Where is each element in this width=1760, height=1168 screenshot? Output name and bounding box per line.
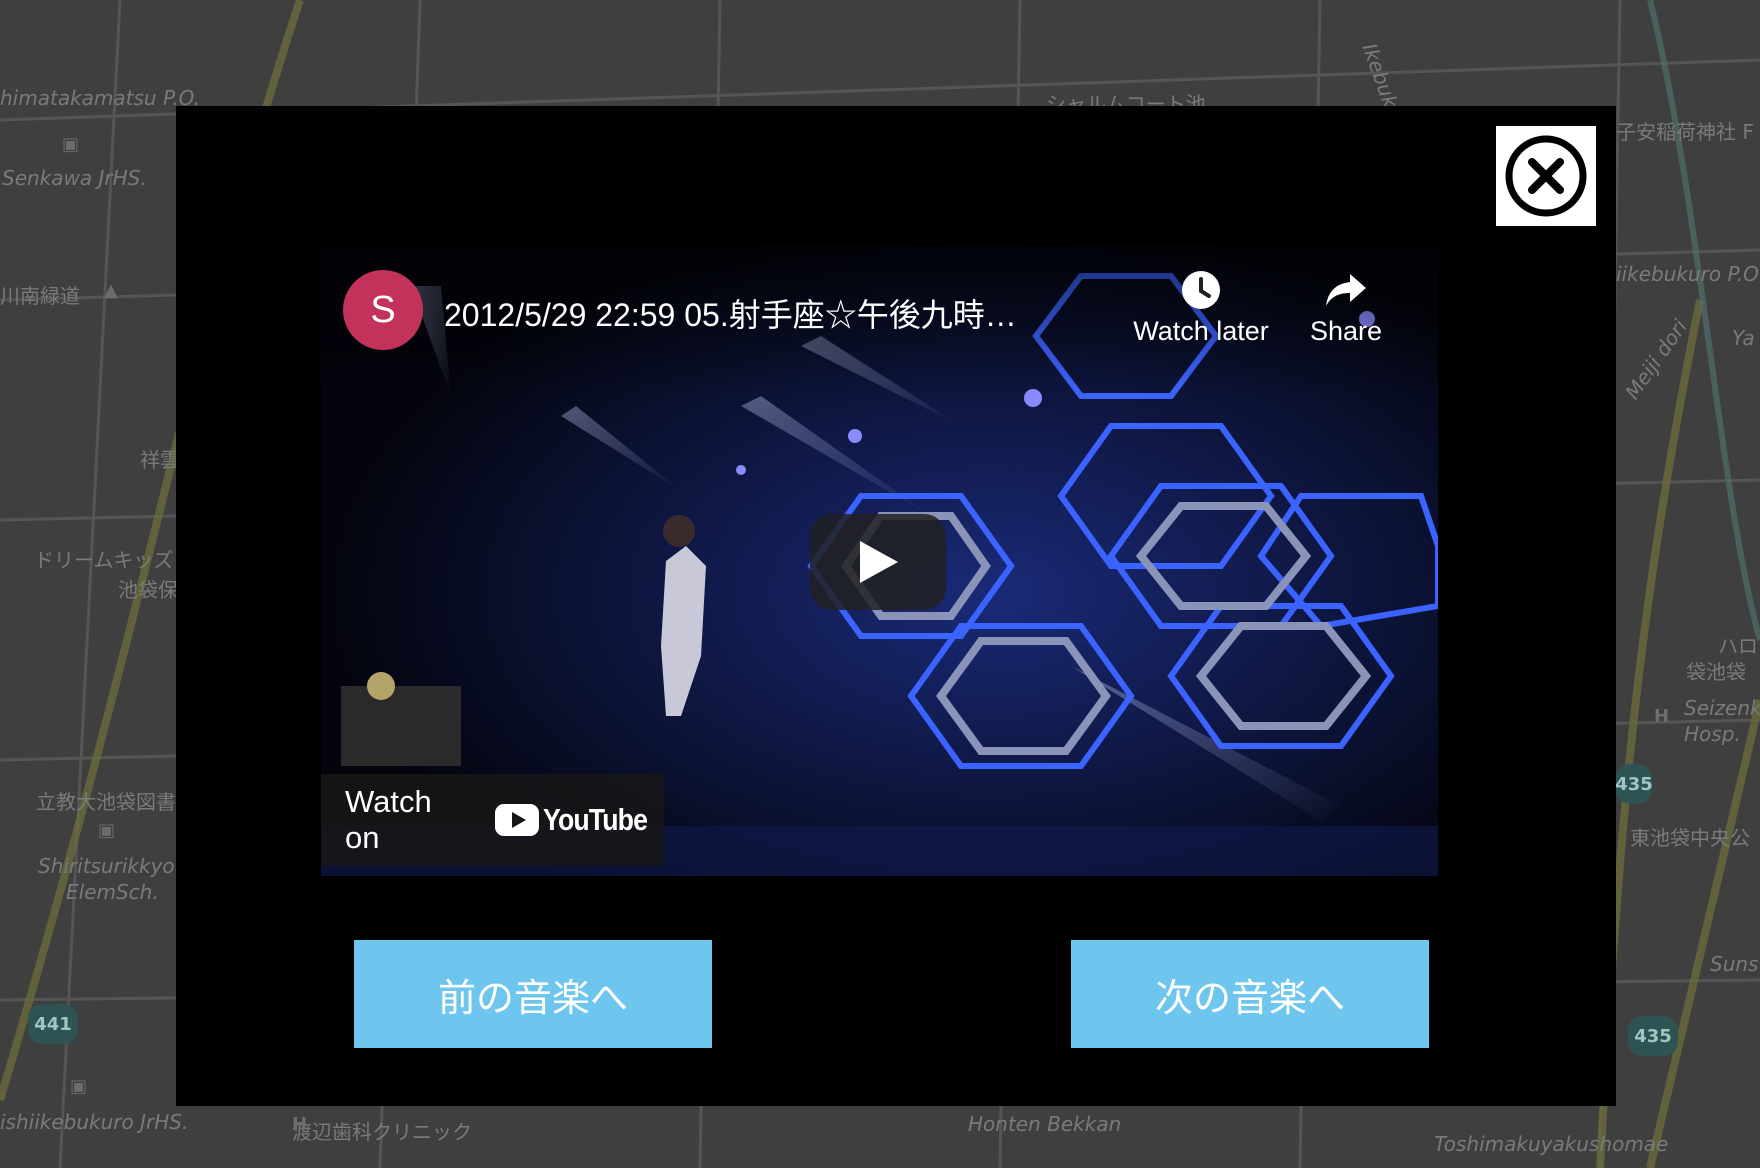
share-arrow-icon: [1326, 274, 1366, 306]
map-label: Hosp.: [1684, 722, 1741, 746]
close-button[interactable]: [1496, 126, 1596, 226]
map-label: 渡辺歯科クリニック: [292, 1120, 472, 1144]
map-label: Toshimakuyakushomae: [1434, 1132, 1669, 1156]
youtube-play-icon: [495, 804, 539, 836]
watch-on-label: Watch on: [345, 784, 432, 855]
map-label: 立教大池袋図書: [36, 790, 176, 814]
park-icon: ▲: [104, 280, 118, 301]
school-icon: ▣: [98, 820, 116, 841]
map-label: Honten Bekkan: [968, 1112, 1122, 1136]
map-label: iikebukuro P.O: [1616, 262, 1759, 286]
map-label: ドリームキッズ: [34, 548, 174, 572]
map-label: Suns: [1710, 952, 1759, 976]
map-label: 袋池袋: [1686, 660, 1746, 684]
map-label: Seizenk: [1684, 696, 1760, 720]
share-label: Share: [1309, 316, 1383, 346]
clock-icon: [1182, 271, 1220, 309]
share-button[interactable]: Share: [1281, 270, 1411, 347]
route-shield: 435: [1615, 764, 1653, 804]
youtube-logo: YouTube: [495, 802, 664, 838]
map-label: himatakamatsu P.O.: [0, 86, 200, 110]
channel-avatar[interactable]: S: [343, 270, 423, 350]
map-label: Senkawa JrHS.: [2, 166, 147, 190]
route-shield: 435: [1628, 1016, 1678, 1056]
hospital-icon: H: [1654, 706, 1670, 727]
video-title[interactable]: 2012/5/29 22:59 05.射手座☆午後九時…: [444, 290, 1104, 336]
map-label: ishiikebukuro JrHS.: [0, 1110, 189, 1134]
previous-music-button[interactable]: 前の音楽へ: [354, 940, 712, 1048]
map-label: 東池袋中央公: [1630, 826, 1750, 850]
school-icon: ▣: [62, 134, 80, 155]
play-button[interactable]: [810, 514, 946, 610]
close-circle-x-icon: [1505, 135, 1587, 217]
play-icon: [860, 541, 898, 583]
map-label: ElemSch.: [66, 880, 159, 904]
map-label: Ya: [1732, 326, 1755, 350]
next-music-button[interactable]: 次の音楽へ: [1071, 940, 1429, 1048]
map-label: 子安稲荷神社 F: [1616, 120, 1754, 144]
youtube-wordmark: YouTube: [543, 802, 648, 837]
school-icon: ▣: [70, 1076, 88, 1097]
map-label: Shiritsurikkyou: [38, 854, 188, 878]
map-label: 池袋保: [118, 578, 178, 602]
map-label: 祥雲: [140, 448, 180, 472]
watch-later-button[interactable]: Watch later: [1111, 270, 1291, 347]
map-label: ハロー: [1718, 634, 1760, 658]
watch-on-youtube-link[interactable]: Watch on YouTube: [321, 774, 664, 866]
youtube-player[interactable]: S 2012/5/29 22:59 05.射手座☆午後九時… Watch lat…: [321, 246, 1438, 876]
watch-later-label: Watch later: [1133, 316, 1269, 346]
music-video-modal: S 2012/5/29 22:59 05.射手座☆午後九時… Watch lat…: [176, 106, 1616, 1106]
route-shield: 441: [28, 1004, 78, 1044]
hospital-icon: H: [292, 1114, 308, 1135]
map-label: 川南緑道: [0, 284, 80, 308]
